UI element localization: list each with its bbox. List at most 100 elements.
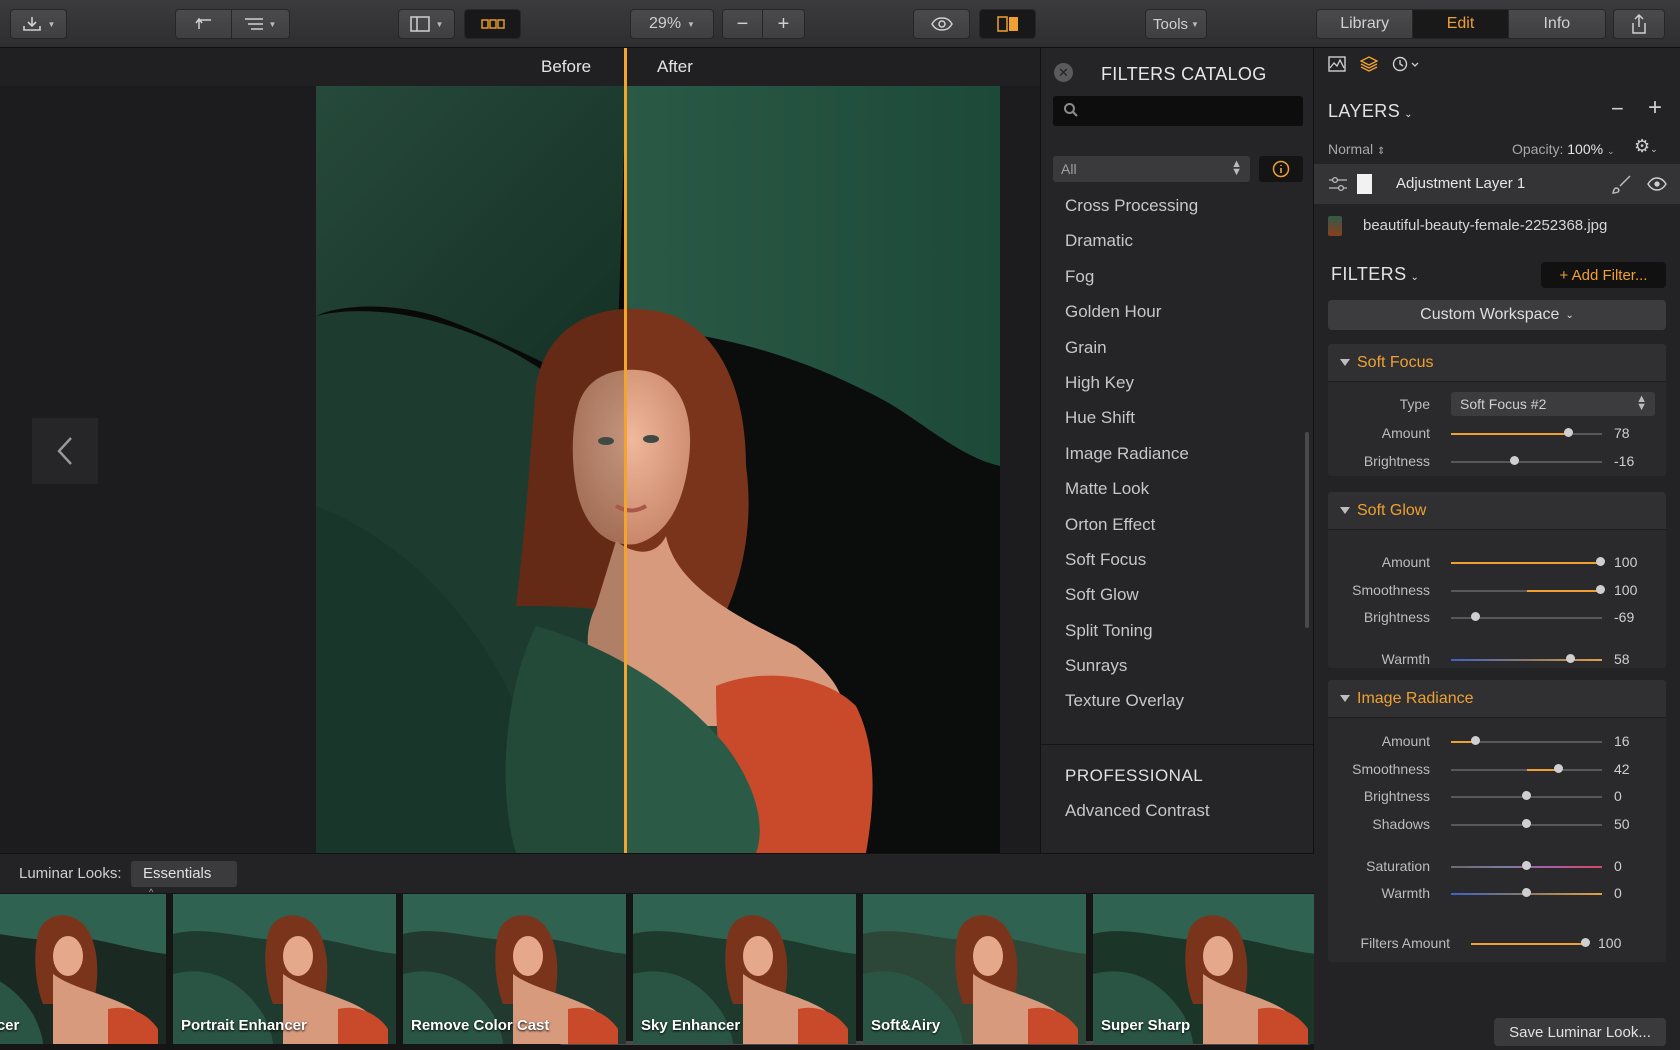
slider-label: Amount [1381, 425, 1430, 441]
zoom-select[interactable]: 29% ▼ [630, 9, 714, 39]
look-thumbnail[interactable]: Portrait Enhancer [173, 894, 396, 1044]
catalog-item-advanced-contrast[interactable]: Advanced Contrast [1065, 801, 1210, 821]
catalog-item[interactable]: Dramatic [1065, 223, 1198, 258]
slider-knob[interactable] [1522, 861, 1531, 870]
catalog-item[interactable]: Grain [1065, 330, 1198, 365]
catalog-item[interactable]: Split Toning [1065, 613, 1198, 648]
blend-mode-select[interactable]: Normal ⇕ [1328, 141, 1385, 157]
histogram-icon[interactable] [1328, 56, 1346, 72]
slider-knob[interactable] [1566, 654, 1575, 663]
undo-button[interactable] [176, 10, 233, 38]
brush-icon[interactable] [1612, 174, 1632, 194]
slider-knob[interactable] [1581, 938, 1590, 947]
image-radiance-header[interactable]: Image Radiance [1328, 680, 1666, 718]
soft-focus-header[interactable]: Soft Focus [1328, 344, 1666, 382]
slider-ir-amount[interactable]: Amount 16 [1328, 731, 1666, 753]
before-after-splitter[interactable] [624, 48, 627, 853]
layers-icon[interactable] [1360, 56, 1378, 72]
catalog-item[interactable]: Matte Look [1065, 471, 1198, 506]
add-layer-button[interactable]: + [1648, 94, 1662, 122]
tools-menu[interactable]: Tools ▼ [1145, 9, 1207, 39]
slider-sg-brightness[interactable]: Brightness -69 [1328, 607, 1666, 629]
look-thumbnail[interactable]: Sky Enhancer [633, 894, 856, 1044]
slider-sg-amount[interactable]: Amount 100 [1328, 552, 1666, 574]
soft-focus-type-select[interactable]: Soft Focus #2 ▲ ▼ [1451, 392, 1655, 416]
catalog-search-input[interactable] [1053, 96, 1303, 126]
tab-edit[interactable]: Edit [1413, 10, 1509, 38]
catalog-item[interactable]: Sunrays [1065, 648, 1198, 683]
preview-button[interactable] [913, 9, 970, 39]
catalog-item[interactable]: High Key [1065, 365, 1198, 400]
catalog-item[interactable]: Soft Focus [1065, 542, 1198, 577]
slider-knob[interactable] [1510, 456, 1519, 465]
looks-collection-select[interactable]: Essentials ^ [131, 861, 237, 897]
slider-knob[interactable] [1554, 764, 1563, 773]
layer-row-adjustment[interactable]: Adjustment Layer 1 [1314, 164, 1680, 204]
workspace-select[interactable]: Custom Workspace ⌄ [1328, 300, 1666, 330]
slider-knob[interactable] [1471, 736, 1480, 745]
sidebar-toggle-button[interactable]: ▼ [398, 9, 455, 39]
slider-value: 100 [1614, 582, 1638, 598]
slider-ir-brightness[interactable]: Brightness 0 [1328, 786, 1666, 808]
sort-button[interactable]: ▼ [232, 10, 289, 38]
slider-label: Amount [1381, 733, 1430, 749]
add-filter-button[interactable]: + Add Filter... [1541, 262, 1666, 288]
previous-image-button[interactable] [32, 418, 98, 484]
layer-settings-button[interactable]: ⚙⌄ [1634, 136, 1658, 157]
slider-knob[interactable] [1596, 557, 1605, 566]
slider-filters-amount[interactable]: Filters Amount 100 [1328, 933, 1666, 955]
soft-glow-header[interactable]: Soft Glow [1328, 492, 1666, 530]
slider-ir-smoothness[interactable]: Smoothness 42 [1328, 759, 1666, 781]
catalog-item[interactable]: Golden Hour [1065, 294, 1198, 329]
catalog-item[interactable]: Image Radiance [1065, 436, 1198, 471]
catalog-item[interactable]: Cross Processing [1065, 188, 1198, 223]
tab-library[interactable]: Library [1317, 10, 1414, 38]
zoom-out-button[interactable]: − [723, 10, 764, 38]
catalog-item[interactable]: Orton Effect [1065, 507, 1198, 542]
slider-knob[interactable] [1596, 585, 1605, 594]
zoom-in-button[interactable]: + [763, 10, 804, 38]
filmstrip-toggle-button[interactable] [464, 9, 521, 39]
slider-sf-amount[interactable]: Amount 78 [1328, 423, 1666, 445]
sidebar-icon [409, 16, 430, 32]
slider-knob[interactable] [1522, 888, 1531, 897]
slider-knob[interactable] [1522, 819, 1531, 828]
look-thumbnail[interactable]: Enhancer [0, 894, 166, 1044]
share-button[interactable] [1613, 9, 1665, 39]
slider-ir-warmth[interactable]: Warmth 0 [1328, 883, 1666, 905]
history-icon[interactable] [1392, 56, 1420, 72]
catalog-scrollbar[interactable] [1305, 432, 1309, 628]
save-luminar-look-button[interactable]: Save Luminar Look... [1494, 1018, 1666, 1046]
catalog-item[interactable]: Soft Glow [1065, 577, 1198, 612]
catalog-item[interactable]: Fog [1065, 259, 1198, 294]
slider-sf-brightness[interactable]: Brightness -16 [1328, 451, 1666, 473]
visibility-eye-icon[interactable] [1647, 177, 1667, 191]
catalog-item[interactable]: Texture Overlay [1065, 683, 1198, 718]
export-button[interactable]: ▼ [10, 9, 67, 39]
slider-knob[interactable] [1564, 428, 1573, 437]
catalog-category-select[interactable]: All ▲ ▼ [1053, 156, 1250, 182]
slider-ir-shadows[interactable]: Shadows 50 [1328, 814, 1666, 836]
close-catalog-button[interactable]: ✕ [1054, 63, 1073, 82]
slider-knob[interactable] [1471, 612, 1480, 621]
compare-button[interactable] [979, 9, 1036, 39]
slider-knob[interactable] [1522, 791, 1531, 800]
slider-ir-saturation[interactable]: Saturation 0 [1328, 856, 1666, 878]
look-thumbnail[interactable]: Soft&Airy [863, 894, 1086, 1044]
layers-heading[interactable]: LAYERS ⌄ [1328, 101, 1413, 122]
catalog-item[interactable]: Hue Shift [1065, 400, 1198, 435]
slider-sg-smoothness[interactable]: Smoothness 100 [1328, 580, 1666, 602]
tab-info[interactable]: Info [1508, 10, 1605, 38]
filters-heading[interactable]: FILTERS ⌄ [1331, 264, 1419, 285]
look-thumbnail[interactable]: Super Sharp [1093, 894, 1314, 1044]
remove-layer-button[interactable]: − [1611, 96, 1624, 122]
look-thumbnail[interactable]: Remove Color Cast [403, 894, 626, 1044]
layer-row-image[interactable]: beautiful-beauty-female-2252368.jpg [1314, 206, 1680, 246]
slider-sg-warmth[interactable]: Warmth 58 [1328, 649, 1666, 671]
opacity-control[interactable]: Opacity: 100% ⌄ [1512, 141, 1615, 157]
slider-fill [1471, 943, 1586, 945]
before-after-bar: Before After [0, 48, 1040, 86]
photo-canvas[interactable] [316, 86, 1000, 853]
catalog-info-button[interactable] [1259, 156, 1303, 182]
slider-value: 42 [1614, 761, 1630, 777]
